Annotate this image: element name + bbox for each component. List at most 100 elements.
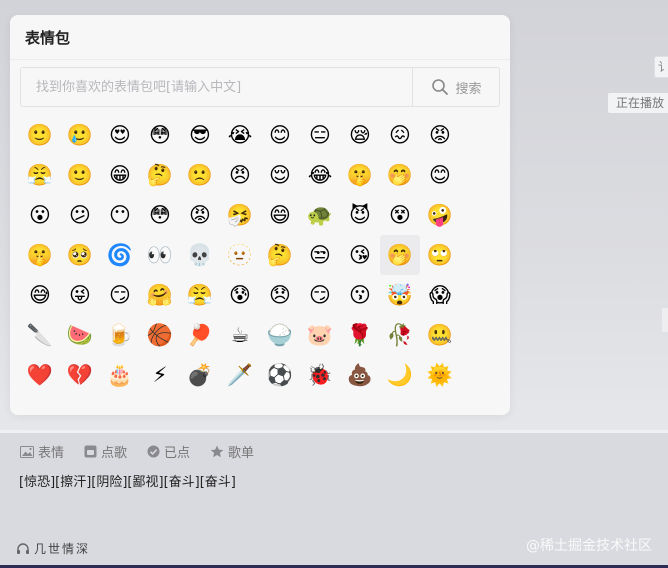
emoji-item[interactable]: ⚡ <box>140 355 180 395</box>
emoji-item[interactable]: 🏀 <box>140 315 180 355</box>
emoji-item[interactable]: 😶 <box>100 195 140 235</box>
emoji-item[interactable]: 😠 <box>220 155 260 195</box>
emoji-item[interactable]: 🏓 <box>180 315 220 355</box>
check-icon <box>147 445 160 458</box>
current-user: 几世情深 <box>16 540 90 557</box>
emoji-item[interactable]: 🤐 <box>420 315 460 355</box>
emoji-item[interactable]: 🤭 <box>380 155 420 195</box>
emoji-item[interactable]: 🌞 <box>420 355 460 395</box>
search-button[interactable]: 搜索 <box>412 68 500 106</box>
emoji-item[interactable]: 😎 <box>180 115 220 155</box>
emoji-item[interactable]: 😖 <box>380 115 420 155</box>
toolbar-request-song[interactable]: 点歌 <box>84 442 127 461</box>
emoji-item[interactable]: 😒 <box>300 235 340 275</box>
emoji-item[interactable]: 👀 <box>140 235 180 275</box>
emoji-item[interactable]: 💔 <box>60 355 100 395</box>
emoji-item[interactable]: 💩 <box>340 355 380 395</box>
emoji-item[interactable]: 😏 <box>300 275 340 315</box>
emoji-item[interactable]: 🤗 <box>140 275 180 315</box>
emoji-item[interactable]: 😏 <box>100 275 140 315</box>
emoji-item[interactable]: 🎂 <box>100 355 140 395</box>
emoji-item[interactable]: 😱 <box>420 275 460 315</box>
emoji-item[interactable]: 😕 <box>60 195 100 235</box>
emoji-item[interactable]: 🐷 <box>300 315 340 355</box>
emoji-item[interactable]: 😄 <box>260 195 300 235</box>
emoji-item[interactable]: 🤪 <box>420 195 460 235</box>
emoji-item[interactable]: 😘 <box>340 235 380 275</box>
emoji-item[interactable]: 🥀 <box>380 315 420 355</box>
emoji-item[interactable]: 😡 <box>420 115 460 155</box>
emoji-item[interactable]: 🤯 <box>380 275 420 315</box>
emoji-item[interactable]: 🔪 <box>20 315 60 355</box>
emoji-item[interactable]: 🤔 <box>140 155 180 195</box>
emoji-item[interactable]: 😭 <box>220 115 260 155</box>
emoji-item[interactable]: 😳 <box>140 115 180 155</box>
emoji-item[interactable]: 😑 <box>300 115 340 155</box>
emoji-item[interactable]: 🤔 <box>260 235 300 275</box>
emoji-item[interactable]: 🙂 <box>60 155 100 195</box>
emoji-item[interactable]: 😂 <box>300 155 340 195</box>
toolbar-requested-label: 已点 <box>164 446 191 461</box>
emoji-search-input[interactable] <box>21 68 412 106</box>
emoji-item[interactable]: 😌 <box>260 155 300 195</box>
now-playing-label: 正在播放 <box>608 93 668 113</box>
emoji-item[interactable]: 😞 <box>260 275 300 315</box>
emoji-item[interactable]: 🍺 <box>100 315 140 355</box>
toolbar-playlist[interactable]: 歌单 <box>210 442 254 461</box>
emoji-item[interactable]: 🙁 <box>180 155 220 195</box>
emoji-item[interactable]: 🥺 <box>60 235 100 275</box>
emoji-item[interactable]: 😜 <box>60 275 100 315</box>
emoji-item[interactable]: 🤫 <box>340 155 380 195</box>
search-icon <box>432 79 449 95</box>
emoji-item[interactable]: 🌙 <box>380 355 420 395</box>
search-button-label: 搜索 <box>455 81 482 97</box>
emoji-item[interactable]: 🤧 <box>220 195 260 235</box>
emoji-item[interactable]: 🌹 <box>340 315 380 355</box>
emoji-item[interactable]: ☕ <box>220 315 260 355</box>
toolbar-emoji[interactable]: 表情 <box>20 442 64 461</box>
toolbar-request-song-label: 点歌 <box>101 446 128 461</box>
emoji-item[interactable]: 🍉 <box>60 315 100 355</box>
emoji-item[interactable]: 😵 <box>380 195 420 235</box>
emoji-item[interactable]: 😡 <box>180 195 220 235</box>
emoji-item[interactable]: 😊 <box>420 155 460 195</box>
emoji-item[interactable]: 😊 <box>260 115 300 155</box>
emoji-item[interactable]: 😤 <box>180 275 220 315</box>
watermark: @稀土掘金技术社区 <box>526 538 652 554</box>
image-icon <box>20 445 34 458</box>
emoji-item[interactable]: 🥲 <box>60 115 100 155</box>
emoji-item[interactable]: 😈 <box>340 195 380 235</box>
emoji-item[interactable]: 🤭 <box>380 235 420 275</box>
emoji-item[interactable]: 🙂 <box>20 115 60 155</box>
toolbar-requested[interactable]: 已点 <box>147 442 190 461</box>
message-input-text[interactable]: [惊恐][擦汗][阴险][鄙视][奋斗][奋斗] <box>19 471 236 490</box>
emoji-item[interactable]: 😅 <box>20 275 60 315</box>
emoji-item[interactable]: ⚽ <box>260 355 300 395</box>
emoji-item[interactable]: 😤 <box>20 155 60 195</box>
emoji-item[interactable]: 🐞 <box>300 355 340 395</box>
emoji-item[interactable]: 😁 <box>100 155 140 195</box>
emoji-item[interactable]: 🙄 <box>420 235 460 275</box>
emoji-item[interactable]: 🐢 <box>300 195 340 235</box>
emoji-item[interactable]: 🗡️ <box>220 355 260 395</box>
chat-input-area: 表情 点歌 已点 歌单 [惊恐][擦汗][阴险][鄙视][奋斗][奋斗] 几世情… <box>0 430 668 568</box>
emoji-item[interactable]: ❤️ <box>20 355 60 395</box>
emoji-item[interactable]: 🍚 <box>260 315 300 355</box>
toolbar-emoji-label: 表情 <box>38 446 65 461</box>
emoji-item[interactable]: 😳 <box>140 195 180 235</box>
background-edge-chip <box>662 308 668 332</box>
emoji-item[interactable]: 😮 <box>20 195 60 235</box>
emoji-item[interactable]: 😗 <box>340 275 380 315</box>
emoji-item[interactable]: 💣 <box>180 355 220 395</box>
panel-title: 表情包 <box>25 29 71 47</box>
emoji-item[interactable]: 😪 <box>340 115 380 155</box>
emoji-item[interactable]: 🌀 <box>100 235 140 275</box>
emoji-item[interactable]: 💀 <box>180 235 220 275</box>
emoji-item[interactable]: 🤫 <box>20 235 60 275</box>
emoji-item[interactable]: 😍 <box>100 115 140 155</box>
emoji-search-box: 搜索 <box>20 67 500 107</box>
emoji-item[interactable]: 🫥 <box>220 235 260 275</box>
emoji-item[interactable]: 😰 <box>220 275 260 315</box>
input-area-divider <box>0 430 668 433</box>
toolbar-playlist-label: 歌单 <box>228 446 255 461</box>
